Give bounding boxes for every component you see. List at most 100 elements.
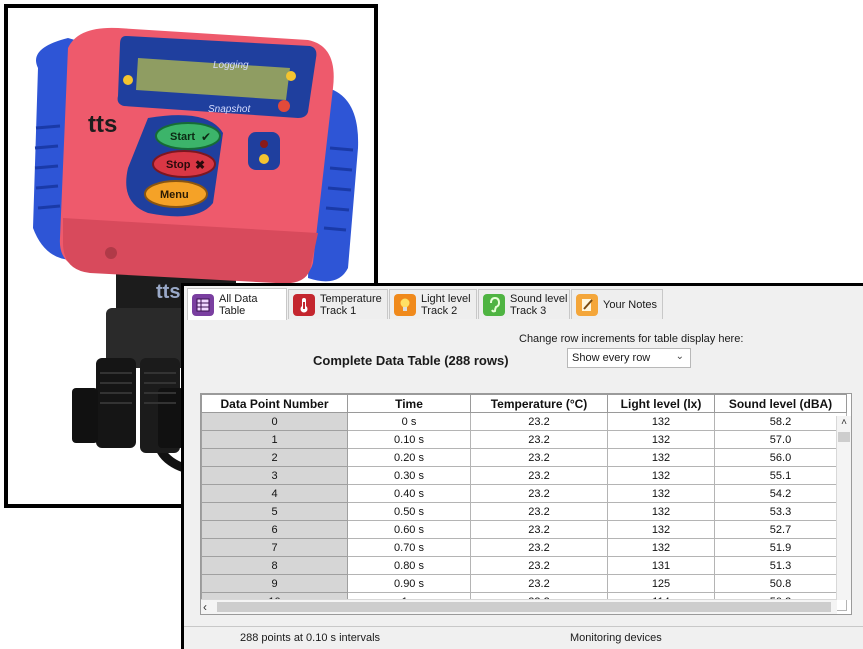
select-value: Show every row [572, 352, 651, 364]
cell-time: 0.30 s [347, 466, 471, 485]
cell-data-point: 4 [201, 484, 348, 503]
cell-data-point: 6 [201, 520, 348, 539]
col-header-data-point[interactable]: Data Point Number [201, 394, 348, 413]
tab-light-level[interactable]: Light level Track 2 [389, 289, 477, 319]
menu-button-label: Menu [160, 189, 189, 201]
table-row[interactable]: 7 0.70 s 23.2 132 51.9 [201, 538, 847, 557]
tab-label: Sound level [510, 292, 568, 305]
table-row[interactable]: 8 0.80 s 23.2 131 51.3 [201, 556, 847, 575]
table-row[interactable]: 2 0.20 s 23.2 132 56.0 [201, 448, 847, 467]
cell-temperature: 23.2 [470, 448, 608, 467]
cell-time: 0.20 s [347, 448, 471, 467]
tab-label: Light level [421, 292, 471, 305]
plug-logo: tts [156, 281, 180, 303]
bulb-icon [259, 154, 269, 164]
notes-icon [576, 293, 598, 316]
cell-temperature: 23.2 [470, 556, 608, 575]
close-sensor-icon [278, 100, 290, 112]
cell-sound-level: 55.1 [714, 466, 847, 485]
cell-data-point: 1 [201, 430, 348, 449]
cell-data-point: 5 [201, 502, 348, 521]
cross-icon: ✖ [195, 158, 205, 172]
menu-button[interactable]: Menu [144, 180, 208, 208]
cell-sound-level: 50.8 [714, 574, 847, 593]
stop-button[interactable]: Stop ✖ [152, 150, 216, 178]
tab-your-notes[interactable]: Your Notes [571, 289, 663, 319]
cell-temperature: 23.2 [470, 484, 608, 503]
scroll-left-icon[interactable]: ‹ [203, 600, 207, 614]
scroll-thumb[interactable] [838, 432, 850, 442]
tab-bar: All Data Table Temperature Track 1 Light … [184, 286, 863, 321]
cell-sound-level: 54.2 [714, 484, 847, 503]
cell-sound-level: 56.0 [714, 448, 847, 467]
status-led [260, 140, 268, 148]
start-button-label: Start [170, 131, 195, 143]
tab-all-data-table[interactable]: All Data Table [187, 288, 287, 320]
cell-light-level: 132 [607, 538, 715, 557]
cell-time: 0.80 s [347, 556, 471, 575]
cell-sound-level: 57.0 [714, 430, 847, 449]
indicator-panel [248, 132, 280, 170]
cell-light-level: 132 [607, 484, 715, 503]
stop-button-label: Stop [166, 159, 191, 171]
tab-label: Temperature [320, 292, 382, 305]
cell-data-point: 0 [201, 412, 348, 431]
cell-temperature: 23.2 [470, 538, 608, 557]
cell-light-level: 132 [607, 466, 715, 485]
col-header-light-level[interactable]: Light level (lx) [607, 394, 715, 413]
col-header-temperature[interactable]: Temperature (°C) [470, 394, 608, 413]
table-row[interactable]: 00 s 23.2 132 58.2 [201, 412, 847, 431]
table-row[interactable]: 6 0.60 s 23.2 132 52.7 [201, 520, 847, 539]
header-row: Data Point Number Time Temperature (°C) … [201, 394, 847, 413]
table-title: Complete Data Table (288 rows) [313, 353, 509, 368]
cell-time: 0.40 s [347, 484, 471, 503]
cell-sound-level: 53.3 [714, 502, 847, 521]
cell-sound-level: 51.9 [714, 538, 847, 557]
col-header-sound-level[interactable]: Sound level (dBA) [714, 394, 847, 413]
row-increment-label: Change row increments for table display … [519, 333, 744, 345]
tts-logo: tts [88, 111, 117, 138]
col-header-time[interactable]: Time [347, 394, 471, 413]
table-row[interactable]: 9 0.90 s 23.2 125 50.8 [201, 574, 847, 593]
display-label-snapshot: Snapshot [208, 104, 251, 115]
status-mode: Monitoring devices [570, 632, 662, 644]
table-row[interactable]: 1 0.10 s 23.2 132 57.0 [201, 430, 847, 449]
cell-data-point: 8 [201, 556, 348, 575]
cell-light-level: 125 [607, 574, 715, 593]
cell-data-point: 3 [201, 466, 348, 485]
light-sensor-icon [123, 75, 133, 85]
scroll-up-icon[interactable]: ˄ [837, 416, 851, 430]
tab-sublabel: Track 3 [510, 304, 547, 317]
row-increment-select[interactable]: Show every row ⌄ [567, 348, 691, 368]
vertical-scrollbar[interactable]: ˄ [836, 416, 851, 600]
data-table: Data Point Number Time Temperature (°C) … [201, 394, 847, 611]
tab-temperature[interactable]: Temperature Track 1 [288, 289, 388, 319]
tab-sublabel: Track 2 [421, 304, 458, 317]
display-label-logging: Logging [213, 60, 249, 71]
cell-data-point: 9 [201, 574, 348, 593]
tab-sound-level[interactable]: Sound level Track 3 [478, 289, 570, 319]
status-points: 288 points at 0.10 s intervals [240, 632, 381, 644]
horizontal-scrollbar[interactable]: ‹ [201, 599, 837, 614]
cell-time: 0.10 s [347, 430, 471, 449]
lightbulb-icon [394, 293, 416, 316]
app-window: All Data Table Temperature Track 1 Light … [181, 283, 863, 649]
table-row[interactable]: 3 0.30 s 23.2 132 55.1 [201, 466, 847, 485]
ear-icon [483, 293, 505, 316]
cell-temperature: 23.2 [470, 502, 608, 521]
cell-temperature: 23.2 [470, 466, 608, 485]
sound-sensor-icon [286, 71, 296, 81]
table-row[interactable]: 5 0.50 s 23.2 132 53.3 [201, 502, 847, 521]
cell-data-point: 7 [201, 538, 348, 557]
chevron-down-icon: ⌄ [675, 351, 684, 362]
thermometer-icon [293, 293, 315, 316]
scroll-thumb[interactable] [217, 602, 831, 612]
cell-time: 0 s [347, 412, 471, 431]
tab-sublabel: Track 1 [320, 304, 357, 317]
cell-temperature: 23.2 [470, 574, 608, 593]
all-data-panel: Change row increments for table display … [184, 320, 863, 627]
cell-light-level: 132 [607, 520, 715, 539]
cell-time: 0.50 s [347, 502, 471, 521]
table-row[interactable]: 4 0.40 s 23.2 132 54.2 [201, 484, 847, 503]
start-button[interactable]: Start ✔ [155, 122, 221, 150]
